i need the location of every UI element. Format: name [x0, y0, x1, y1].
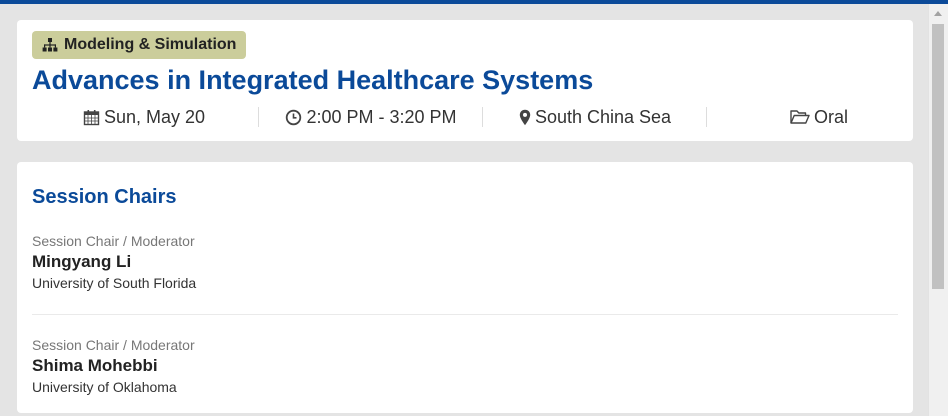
- session-location-text: South China Sea: [534, 106, 672, 127]
- sitemap-icon: [42, 38, 58, 52]
- track-badge[interactable]: Modeling & Simulation: [32, 31, 247, 59]
- session-location: South China Sea: [483, 105, 707, 129]
- scroll-up-arrow-icon[interactable]: [934, 11, 942, 16]
- chair-role: Session Chair / Moderator: [32, 337, 195, 353]
- chair-affiliation: University of South Florida: [32, 275, 197, 291]
- chair-name[interactable]: Shima Mohebbi: [32, 354, 898, 378]
- chair-divider: [32, 314, 898, 315]
- session-meta-row: Sun, May 20 2:00 PM - 3:20 PM South Chin…: [32, 105, 929, 129]
- session-date-text: Sun, May 20: [103, 106, 206, 127]
- session-time: 2:00 PM - 3:20 PM: [259, 105, 483, 129]
- session-chairs-card: Session Chairs Session Chair / Moderator…: [17, 162, 913, 413]
- session-type: Oral: [707, 105, 931, 129]
- map-marker-icon: [519, 109, 531, 126]
- session-time-text: 2:00 PM - 3:20 PM: [306, 106, 457, 127]
- session-header-card: Modeling & Simulation Advances in Integr…: [17, 20, 913, 141]
- chair-name[interactable]: Mingyang Li: [32, 250, 898, 274]
- top-accent-bar: [0, 0, 948, 4]
- section-title: Session Chairs: [32, 186, 177, 208]
- vertical-scrollbar[interactable]: [928, 4, 948, 416]
- session-title: Advances in Integrated Healthcare System…: [32, 65, 594, 95]
- chair-entry: Session Chair / Moderator Shima Mohebbi …: [32, 337, 898, 396]
- track-label: Modeling & Simulation: [64, 36, 237, 53]
- session-date: Sun, May 20: [32, 105, 256, 129]
- chair-affiliation: University of Oklahoma: [32, 379, 177, 395]
- chair-entry: Session Chair / Moderator Mingyang Li Un…: [32, 233, 898, 292]
- scrollbar-thumb[interactable]: [932, 24, 944, 289]
- chair-role: Session Chair / Moderator: [32, 233, 195, 249]
- calendar-icon: [83, 109, 100, 126]
- clock-icon: [285, 109, 302, 126]
- folder-open-icon: [790, 109, 810, 125]
- session-type-text: Oral: [813, 106, 848, 127]
